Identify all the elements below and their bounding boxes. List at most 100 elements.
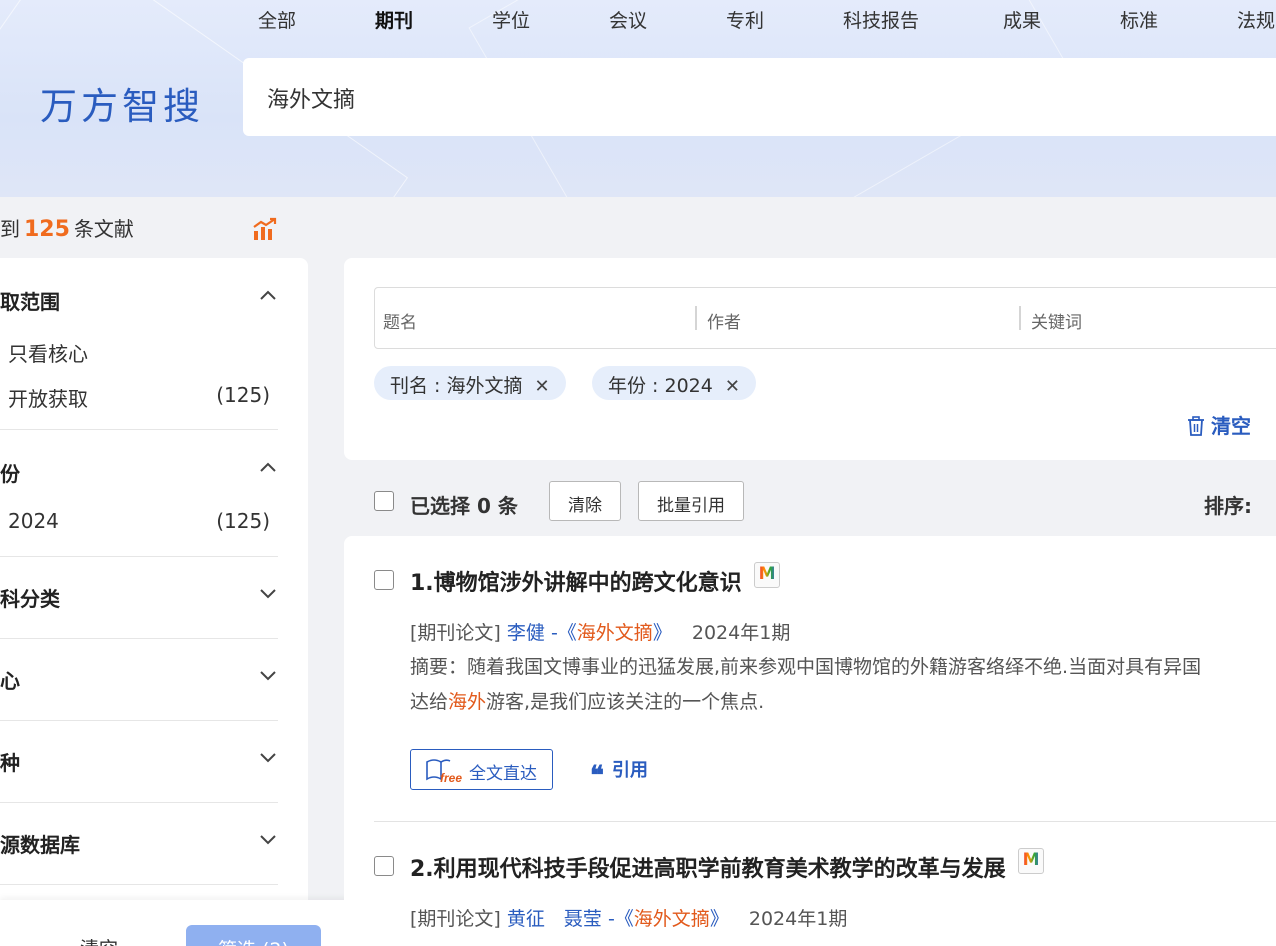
- abstract-text: 游客,是我们应该关注的一个焦点.: [486, 691, 765, 713]
- result-count-prefix: 到: [0, 217, 20, 241]
- selected-count: 已选择 0 条: [410, 494, 518, 518]
- sort-label: 排序:: [1204, 494, 1252, 518]
- journal-bracket: -《: [607, 908, 634, 930]
- list-item: 2.利用现代科技手段促进高职学前教育美术教学的改革与发展 M [期刊论文] 黄征 …: [374, 848, 1276, 946]
- quote-icon: ❝: [590, 761, 604, 791]
- item-journal[interactable]: 海外文摘: [577, 622, 653, 644]
- item-title-text[interactable]: 1.博物馆涉外讲解中的跨文化意识: [410, 571, 742, 596]
- search-input[interactable]: 海外文摘: [243, 58, 1276, 136]
- item-author[interactable]: 李健: [507, 622, 545, 644]
- item-author[interactable]: 黄征 聂莹: [507, 908, 602, 930]
- m-badge-icon: M: [753, 562, 780, 588]
- result-count-number: 125: [24, 217, 70, 242]
- facet-access-scope: 取范围 只看核心 开放获取 (125): [0, 258, 278, 430]
- free-badge-text: free: [440, 771, 462, 785]
- keyword-field[interactable]: 关键词: [1031, 308, 1082, 333]
- facet-option-label: 开放获取: [8, 387, 88, 411]
- item-title-text[interactable]: 2.利用现代科技手段促进高职学前教育美术教学的改革与发展: [410, 857, 1006, 882]
- chevron-down-icon[interactable]: [258, 829, 278, 849]
- item-journal[interactable]: 海外文摘: [634, 908, 710, 930]
- item-meta: [期刊论文] 李健 -《海外文摘》 2024年1期: [410, 618, 790, 645]
- facet-core[interactable]: 心: [0, 639, 278, 721]
- facet-option-core-only[interactable]: 只看核心: [8, 338, 270, 367]
- facet-language[interactable]: 种: [0, 721, 278, 803]
- facet-option-2024[interactable]: 2024 (125): [8, 509, 270, 533]
- item-issue: 2024年1期: [748, 908, 848, 930]
- chevron-up-icon[interactable]: [258, 286, 278, 306]
- sidebar-clear-button[interactable]: 清空: [80, 934, 118, 946]
- chevron-up-icon[interactable]: [258, 458, 278, 478]
- item-checkbox[interactable]: [374, 856, 394, 876]
- facet-discipline[interactable]: 科分类: [0, 557, 278, 639]
- facet-source-database[interactable]: 源数据库: [0, 803, 278, 885]
- result-count: 到 125 条文献: [0, 213, 134, 242]
- logo[interactable]: 万方智搜: [40, 76, 204, 130]
- author-field[interactable]: 作者: [707, 308, 741, 333]
- item-abstract: 摘要：随着我国文博事业的迅猛发展,前来参观中国博物馆的外籍游客络绎不绝.当面对具…: [410, 650, 1201, 720]
- close-icon[interactable]: ✕: [534, 376, 549, 397]
- chevron-down-icon[interactable]: [258, 747, 278, 767]
- sidebar-filter-button[interactable]: 筛选 (2): [186, 925, 321, 946]
- tab-patent[interactable]: 专利: [726, 6, 764, 33]
- clear-selection-button[interactable]: 清除: [549, 481, 621, 521]
- item-type: [期刊论文]: [410, 908, 501, 930]
- item-issue: 2024年1期: [691, 622, 791, 644]
- chevron-down-icon[interactable]: [258, 583, 278, 603]
- facet-title[interactable]: 科分类: [0, 583, 60, 612]
- filter-tag-label: 刊名 : 海外文摘: [390, 375, 523, 397]
- filter-tag-year: 年份 : 2024 ✕: [592, 366, 756, 400]
- facet-option-count: (125): [216, 509, 270, 533]
- item-title[interactable]: 2.利用现代科技手段促进高职学前教育美术教学的改革与发展 M: [410, 848, 1044, 883]
- item-title[interactable]: 1.博物馆涉外讲解中的跨文化意识 M: [410, 562, 780, 597]
- sidebar-footer: 清空 筛选 (2): [0, 900, 358, 946]
- field-separator: [1019, 306, 1021, 330]
- facet-title[interactable]: 源数据库: [0, 829, 80, 858]
- header: 全部 期刊 学位 会议 专利 科技报告 成果 标准 法规 万方智搜 海外文摘: [0, 0, 1276, 197]
- result-count-suffix: 条文献: [73, 217, 134, 241]
- cite-button[interactable]: ❝ 引用: [590, 756, 648, 791]
- filter-tag-journal: 刊名 : 海外文摘 ✕: [374, 366, 566, 400]
- results-toolbar: 已选择 0 条 清除 批量引用 排序:: [374, 480, 1276, 522]
- advanced-search-bar: 题名 作者 关键词: [374, 287, 1276, 349]
- facet-year: 份 2024 (125): [0, 430, 278, 557]
- abstract-text: 达给: [410, 691, 449, 713]
- fulltext-button[interactable]: free 全文直达: [410, 749, 553, 790]
- facet-title[interactable]: 份: [0, 458, 20, 487]
- facet-title[interactable]: 取范围: [0, 286, 60, 315]
- clear-filters-label: 清空: [1211, 414, 1251, 438]
- field-separator: [695, 306, 697, 330]
- facet-title[interactable]: 心: [0, 665, 20, 694]
- facet-option-label: 2024: [8, 509, 59, 533]
- results-list: 1.博物馆涉外讲解中的跨文化意识 M [期刊论文] 李健 -《海外文摘》 2024…: [344, 536, 1276, 946]
- tab-tech-report[interactable]: 科技报告: [843, 6, 919, 33]
- title-field[interactable]: 题名: [383, 308, 417, 333]
- tab-conference[interactable]: 会议: [609, 6, 647, 33]
- m-badge-letter: M: [758, 564, 776, 584]
- filter-panel: 题名 作者 关键词 刊名 : 海外文摘 ✕ 年份 : 2024 ✕ 清空: [344, 258, 1276, 460]
- journal-bracket: 》: [709, 908, 729, 930]
- abstract-line: 摘要：随着我国文博事业的迅猛发展,前来参观中国博物馆的外籍游客络绎不绝.当面对具…: [410, 656, 1202, 678]
- facet-title[interactable]: 种: [0, 747, 20, 776]
- facet-option-count: (125): [216, 383, 270, 407]
- filter-tag-label: 年份 : 2024: [608, 375, 713, 397]
- select-all-checkbox[interactable]: [374, 491, 394, 511]
- journal-bracket: -《: [550, 622, 577, 644]
- divider: [374, 821, 1276, 822]
- tab-journal[interactable]: 期刊: [375, 6, 413, 33]
- facet-option-open-access[interactable]: 开放获取 (125): [8, 383, 270, 412]
- tab-degree[interactable]: 学位: [492, 6, 530, 33]
- item-type: [期刊论文]: [410, 622, 501, 644]
- batch-cite-button[interactable]: 批量引用: [638, 481, 744, 521]
- tab-all[interactable]: 全部: [258, 6, 296, 33]
- fulltext-label: 全文直达: [469, 764, 537, 784]
- tab-standard[interactable]: 标准: [1120, 6, 1158, 33]
- tab-regulation[interactable]: 法规: [1237, 6, 1275, 33]
- clear-filters-button[interactable]: 清空: [1187, 410, 1251, 439]
- cite-label: 引用: [612, 760, 648, 781]
- tab-achievement[interactable]: 成果: [1003, 6, 1041, 33]
- close-icon[interactable]: ✕: [725, 376, 740, 397]
- chevron-down-icon[interactable]: [258, 665, 278, 685]
- journal-bracket: 》: [652, 622, 672, 644]
- analytics-chart-icon[interactable]: [252, 216, 278, 242]
- item-checkbox[interactable]: [374, 570, 394, 590]
